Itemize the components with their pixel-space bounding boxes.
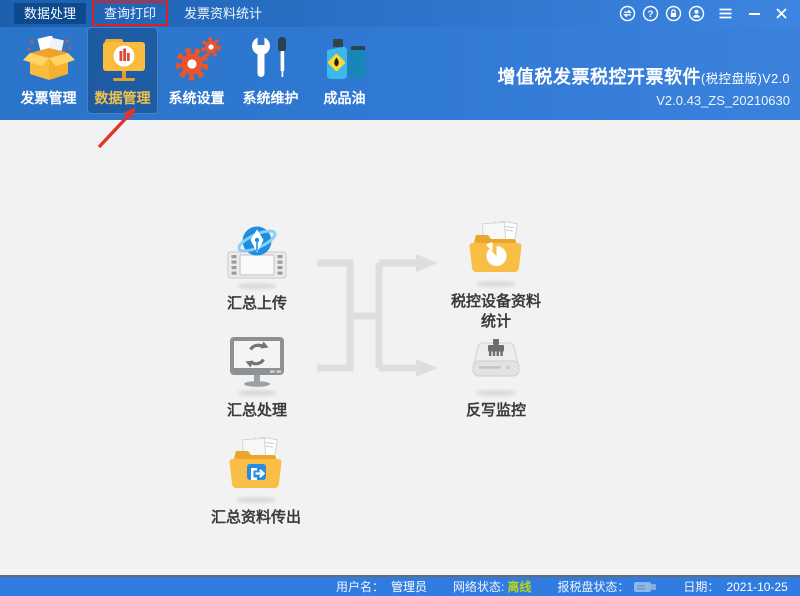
main-area: 汇总上传 税控设备资料 统计 汇总处理 反写监控 汇总资料传出 — [0, 120, 800, 577]
menu-item-query-print[interactable]: 查询打印 — [92, 1, 169, 26]
gears-icon — [171, 35, 223, 85]
wrench-screwdriver-icon — [245, 35, 297, 85]
node-writeback-monitor[interactable]: 反写监控 — [421, 336, 571, 421]
app-title: 增值税发票税控开票软件(税控盘版)V2.0 V2.0.43_ZS_2021063… — [497, 63, 790, 108]
menu-bar: 数据处理 查询打印 发票资料统计 ? — [0, 0, 800, 27]
folder-piechart-icon — [464, 221, 528, 279]
lock-icon[interactable] — [665, 5, 682, 22]
minimize-icon[interactable] — [746, 5, 763, 22]
tool-label: 发票管理 — [20, 90, 77, 106]
tool-label: 系统维护 — [242, 90, 299, 106]
app-window: 数据处理 查询打印 发票资料统计 ? 发票管理 数据管理 系统设置 系统维护 成… — [0, 0, 800, 596]
icon-shadow — [476, 281, 516, 287]
node-label-line1: 税控设备资料 — [450, 293, 541, 310]
tool-data-management[interactable]: 数据管理 — [87, 27, 158, 114]
icon-shadow — [236, 497, 276, 503]
toolbar: 发票管理 数据管理 系统设置 系统维护 成品油 增值税发票税控开票软件(税控盘版… — [0, 27, 800, 120]
node-label: 税控设备资料 统计 — [451, 292, 541, 333]
status-bar: 用户名： 管理员 网络状态: 离线 报税盘状态： 日期： 2021-10-25 — [0, 577, 800, 596]
tool-label: 数据管理 — [94, 90, 151, 106]
svg-text:?: ? — [648, 9, 654, 20]
tool-label: 成品油 — [323, 90, 366, 106]
node-tax-device-stats[interactable]: 税控设备资料 统计 — [421, 221, 571, 333]
tax-disk-label: 报税盘状态： — [557, 580, 630, 594]
status-tax-disk: 报税盘状态： — [557, 578, 657, 595]
tax-disk-icon — [633, 580, 657, 594]
menu-icon[interactable] — [717, 5, 734, 22]
tool-invoice-management[interactable]: 发票管理 — [13, 27, 84, 114]
data-folder-icon — [97, 35, 149, 85]
node-summary-upload[interactable]: 汇总上传 — [182, 224, 332, 314]
drive-brush-icon — [466, 336, 526, 388]
tool-system-maintenance[interactable]: 系统维护 — [235, 27, 306, 114]
date-label: 日期： — [683, 580, 720, 594]
app-title-suffix: (税控盘版)V2.0 — [700, 72, 790, 86]
status-date: 日期： 2021-10-25 — [683, 578, 787, 595]
icon-shadow — [237, 283, 277, 289]
user-label: 用户名： — [336, 580, 385, 594]
node-label-line2: 统计 — [480, 313, 511, 331]
node-summary-process[interactable]: 汇总处理 — [182, 334, 332, 421]
tool-label: 系统设置 — [168, 90, 225, 106]
sync-icon[interactable] — [619, 5, 636, 22]
node-label: 汇总处理 — [226, 402, 287, 419]
invoice-box-icon — [22, 35, 75, 85]
close-icon[interactable] — [773, 5, 790, 22]
status-user: 用户名： 管理员 — [336, 578, 427, 595]
network-value: 离线 — [507, 580, 532, 594]
app-title-main: 增值税发票税控开票软件 — [497, 67, 701, 87]
monitor-refresh-icon — [227, 334, 287, 388]
tool-system-settings[interactable]: 系统设置 — [161, 27, 232, 114]
folder-export-icon — [224, 437, 288, 495]
icon-shadow — [476, 390, 516, 396]
oil-can-icon — [319, 35, 371, 85]
menu-item-invoice-data-stats[interactable]: 发票资料统计 — [174, 3, 272, 24]
user-icon[interactable] — [688, 5, 705, 22]
node-summary-export[interactable]: 汇总资料传出 — [181, 437, 331, 528]
menu-item-data-processing[interactable]: 数据处理 — [14, 3, 87, 24]
date-value: 2021-10-25 — [726, 579, 788, 594]
tool-refined-oil[interactable]: 成品油 — [309, 27, 380, 114]
node-label: 汇总资料传出 — [210, 509, 301, 526]
globe-film-icon — [225, 224, 289, 281]
node-label: 汇总上传 — [226, 295, 287, 312]
node-label: 反写监控 — [465, 402, 526, 419]
user-value: 管理员 — [391, 580, 428, 594]
icon-shadow — [237, 390, 277, 396]
app-version: V2.0.43_ZS_20210630 — [656, 93, 790, 108]
network-label: 网络状态: — [453, 580, 505, 594]
status-network: 网络状态: 离线 — [453, 578, 531, 595]
flow-arrows — [317, 254, 438, 377]
help-icon[interactable]: ? — [642, 5, 659, 22]
window-controls: ? — [619, 5, 800, 22]
